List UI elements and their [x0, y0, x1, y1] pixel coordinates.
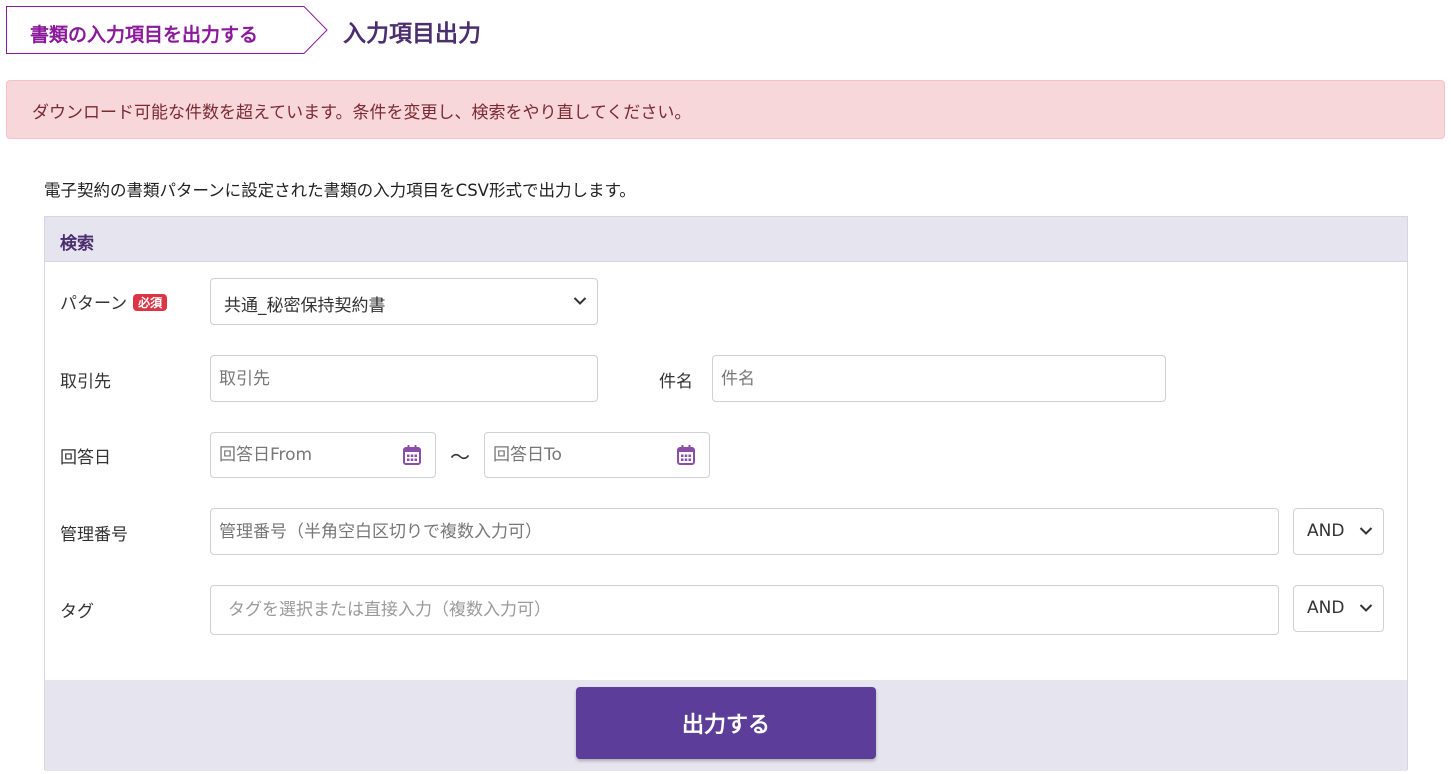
chevron-down-icon [573, 297, 587, 305]
management-number-label: 管理番号 [60, 525, 128, 545]
partner-input[interactable] [211, 356, 597, 401]
alert-message: ダウンロード可能な件数を超えています。条件を変更し、検索をやり直してください。 [32, 103, 692, 123]
date-range-separator: ～ [450, 445, 470, 469]
required-badge: 必須 [133, 294, 168, 311]
answer-date-to-field [484, 432, 710, 478]
search-panel: 検索 パターン必須 共通_秘密保持契約書 取引先 件名 回答日 [44, 216, 1408, 771]
subject-input[interactable] [713, 356, 1165, 401]
answer-date-from-input[interactable] [211, 433, 435, 477]
page-description: 電子契約の書類パターンに設定された書類の入力項目をCSV形式で出力します。 [44, 181, 636, 200]
management-number-operator-select[interactable]: AND [1293, 508, 1384, 555]
management-number-input[interactable] [211, 509, 1278, 554]
subject-label: 件名 [659, 372, 693, 392]
partner-label: 取引先 [60, 372, 111, 392]
subject-field [712, 355, 1166, 402]
export-button[interactable]: 出力する [576, 687, 876, 759]
search-panel-header: 検索 [45, 217, 1407, 262]
pattern-label: パターン 必須 [60, 289, 168, 314]
search-panel-footer: 出力する [45, 680, 1407, 771]
answer-date-to-input[interactable] [485, 433, 709, 477]
calendar-icon[interactable] [677, 445, 695, 465]
page-title: 入力項目出力 [343, 21, 481, 47]
breadcrumb: 書類の入力項目を出力する [6, 6, 328, 54]
answer-date-from-field [210, 432, 436, 478]
search-panel-title: 検索 [60, 234, 94, 254]
management-number-operator-value: AND [1307, 521, 1345, 541]
breadcrumb-parent-link[interactable]: 書類の入力項目を出力する [6, 6, 328, 54]
pattern-select[interactable]: 共通_秘密保持契約書 [210, 278, 598, 325]
calendar-icon[interactable] [403, 445, 421, 465]
chevron-down-icon [1359, 604, 1373, 612]
chevron-down-icon [1359, 527, 1373, 535]
answer-date-label: 回答日 [60, 448, 111, 468]
tag-input[interactable] [211, 586, 1278, 634]
error-alert: ダウンロード可能な件数を超えています。条件を変更し、検索をやり直してください。 [6, 80, 1445, 139]
tag-label: タグ [60, 602, 94, 622]
pattern-select-value: 共通_秘密保持契約書 [224, 296, 386, 316]
tag-operator-select[interactable]: AND [1293, 585, 1384, 632]
breadcrumb-parent-label[interactable]: 書類の入力項目を出力する [30, 20, 258, 47]
pattern-label-text: パターン [60, 294, 128, 314]
tag-operator-value: AND [1307, 598, 1345, 618]
tag-field [210, 585, 1279, 635]
partner-field [210, 355, 598, 402]
management-number-field [210, 508, 1279, 555]
